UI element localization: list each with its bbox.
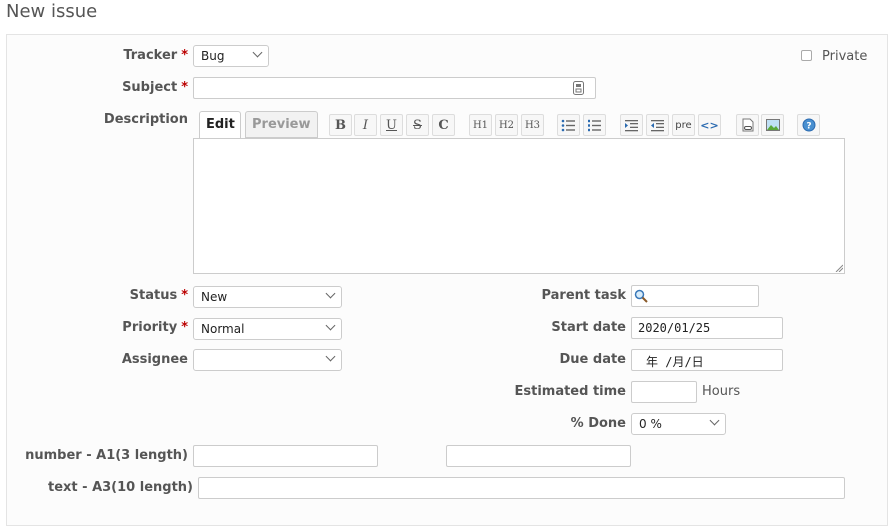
- start-date-input[interactable]: 2020/01/25: [631, 317, 783, 339]
- bold-button[interactable]: B: [329, 114, 352, 136]
- subject-label: Subject *: [122, 80, 188, 95]
- chevron-down-icon: [252, 47, 263, 58]
- numbered-list-icon: [588, 119, 601, 131]
- heading2-button[interactable]: H2: [495, 114, 518, 136]
- due-date-label: Due date: [559, 352, 627, 367]
- parent-task-label: Parent task: [541, 288, 626, 303]
- svg-text:?: ?: [806, 122, 811, 132]
- autocomplete-icon: [573, 81, 584, 95]
- strikethrough-button[interactable]: S: [406, 114, 429, 136]
- heading1-button[interactable]: H1: [469, 114, 492, 136]
- chevron-down-icon: [325, 351, 336, 362]
- tracker-select[interactable]: Bug: [193, 45, 269, 67]
- image-icon: [765, 119, 780, 131]
- link-button[interactable]: [736, 114, 759, 136]
- help-icon: ?: [802, 118, 815, 132]
- page-title: New issue: [6, 1, 98, 22]
- private-checkbox[interactable]: [801, 50, 812, 61]
- number-a1-label: number - A1(3 length): [25, 448, 188, 463]
- start-date-label: Start date: [551, 320, 626, 335]
- resize-handle-icon[interactable]: [835, 264, 843, 272]
- tab-edit[interactable]: Edit: [199, 111, 241, 139]
- done-ratio-select[interactable]: 0 %: [631, 413, 726, 435]
- priority-label: Priority *: [122, 320, 188, 335]
- estimated-time-input[interactable]: [631, 381, 697, 403]
- assignee-select[interactable]: [193, 349, 342, 371]
- heading3-button[interactable]: H3: [521, 114, 544, 136]
- number-a1-input[interactable]: [193, 445, 378, 467]
- chevron-down-icon: [325, 288, 336, 299]
- number-a1-extra-input[interactable]: [446, 445, 631, 467]
- outdent-icon: [651, 119, 664, 131]
- blockquote-button[interactable]: [620, 114, 643, 136]
- chevron-down-icon: [325, 320, 336, 331]
- due-date-input[interactable]: 年 /月/日: [631, 349, 783, 371]
- bullet-list-icon: [561, 119, 575, 131]
- unordered-list-button[interactable]: [557, 114, 580, 136]
- link-icon: [742, 118, 753, 132]
- code-highlight-button[interactable]: <>: [698, 114, 721, 136]
- text-a3-input[interactable]: [198, 477, 845, 499]
- status-select[interactable]: New: [193, 286, 342, 308]
- unquote-button[interactable]: [646, 114, 669, 136]
- tracker-label: Tracker *: [123, 48, 188, 63]
- tab-preview[interactable]: Preview: [245, 111, 318, 138]
- underline-button[interactable]: U: [380, 114, 403, 136]
- private-label: Private: [822, 49, 868, 64]
- subject-input[interactable]: [193, 77, 596, 99]
- preformatted-button[interactable]: pre: [672, 114, 695, 136]
- image-button[interactable]: [761, 114, 784, 136]
- done-ratio-label: % Done: [570, 416, 626, 431]
- indent-icon: [625, 119, 638, 131]
- ordered-list-button[interactable]: [583, 114, 606, 136]
- description-label: Description: [103, 112, 188, 127]
- hours-unit-label: Hours: [702, 384, 741, 399]
- italic-button[interactable]: I: [354, 114, 377, 136]
- estimated-time-label: Estimated time: [514, 384, 626, 399]
- priority-select[interactable]: Normal: [193, 318, 342, 340]
- description-textarea[interactable]: [193, 138, 845, 274]
- search-icon: [634, 289, 648, 303]
- text-a3-label: text - A3(10 length): [48, 480, 193, 495]
- assignee-label: Assignee: [121, 352, 188, 367]
- parent-task-input[interactable]: [631, 285, 759, 307]
- status-label: Status *: [129, 288, 188, 303]
- help-button[interactable]: ?: [797, 114, 820, 136]
- inline-code-button[interactable]: C: [432, 114, 455, 136]
- chevron-down-icon: [709, 415, 720, 426]
